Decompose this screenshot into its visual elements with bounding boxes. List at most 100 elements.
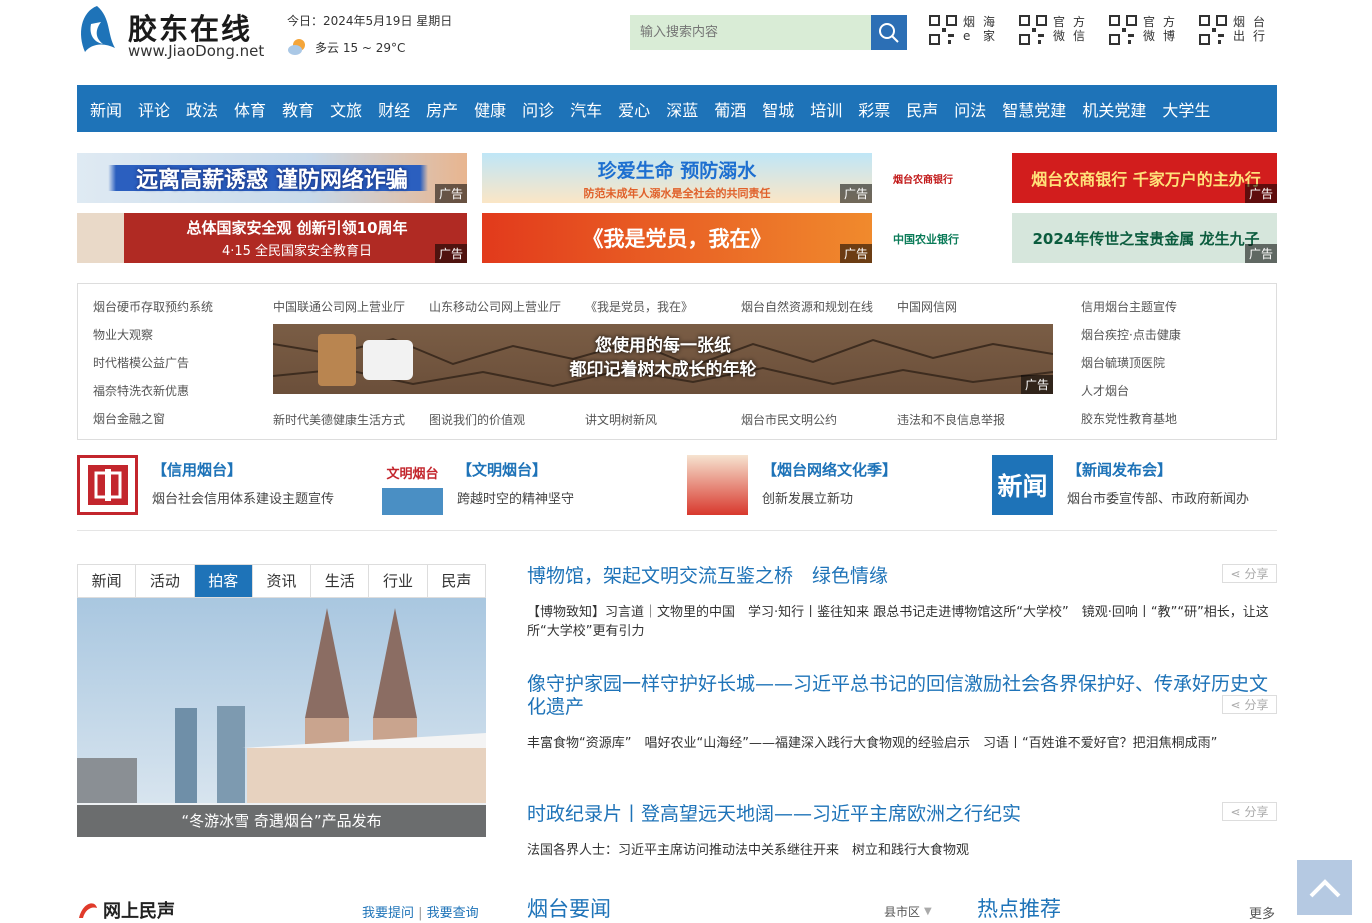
nav-item[interactable]: 深蓝: [666, 97, 698, 121]
nav-item[interactable]: 问诊: [522, 97, 554, 121]
nav-item[interactable]: 问法: [954, 97, 986, 121]
link-right[interactable]: 烟台疾控·点击健康: [1081, 326, 1181, 343]
nav-item[interactable]: 智城: [762, 97, 794, 121]
promo-civilized-yantai[interactable]: 文明烟台 【文明烟台】 跨越时空的精神坚守: [382, 455, 574, 515]
nav-item[interactable]: 葡酒: [714, 97, 746, 121]
link-right[interactable]: 胶东党性教育基地: [1081, 410, 1177, 427]
link-left[interactable]: 烟台硬币存取预约系统: [93, 298, 213, 315]
nav-item[interactable]: 房产: [426, 97, 458, 121]
search-button[interactable]: [871, 15, 907, 50]
link-right[interactable]: 信用烟台主题宣传: [1081, 298, 1177, 315]
ad-rural-commercial-bank[interactable]: 烟台农商银行 烟台农商银行 千家万户的主办行 广告: [887, 153, 1277, 203]
nav-item[interactable]: 政法: [186, 97, 218, 121]
link-right[interactable]: 人才烟台: [1081, 382, 1129, 399]
nav-item[interactable]: 汽车: [570, 97, 602, 121]
nav-item[interactable]: 文旅: [330, 97, 362, 121]
ad-text: 烟台农商银行 千家万户的主办行: [1031, 170, 1261, 189]
qr-label-char: 微: [1053, 29, 1066, 43]
back-to-top-button[interactable]: [1297, 860, 1352, 915]
qr-label-char: 方: [1163, 15, 1176, 29]
ad-text: 2024年传世之宝贵金属 龙生九子: [1032, 229, 1260, 248]
promo-credit-yantai[interactable]: 【信用烟台】 烟台社会信用体系建设主题宣传: [77, 455, 334, 515]
headline-3-related[interactable]: 法国各界人士：习近平主席访问推动法中关系继往开来 树立和践行大食物观: [527, 841, 1277, 860]
site-logo-url[interactable]: www.JiaoDong.net: [128, 42, 264, 60]
nav-item[interactable]: 培训: [810, 97, 842, 121]
link-top[interactable]: 《我是党员，我在》: [585, 298, 693, 315]
qr-official-weibo[interactable]: 官方微博: [1109, 15, 1183, 45]
headline-2[interactable]: 像守护家园一样守护好长城——习近平总书记的回信激励社会各界保护好、传承好历史文化…: [527, 673, 1272, 719]
tab-life[interactable]: 生活: [311, 565, 370, 597]
more-link[interactable]: 更多: [1249, 903, 1275, 922]
qr-official-wechat[interactable]: 官方微信: [1019, 15, 1093, 45]
headline-2-related[interactable]: 丰富食物“资源库” 唱好农业“山海经”——福建深入践行大食物观的经验启示 习语丨…: [527, 734, 1277, 753]
nav-item[interactable]: 大学生: [1162, 97, 1210, 121]
ad-anti-fraud[interactable]: 远离高薪诱惑 谨防网络诈骗 广告: [77, 153, 467, 203]
nav-item[interactable]: 财经: [378, 97, 410, 121]
minsheng-section-title: 网上民声: [77, 897, 175, 923]
ask-question-link[interactable]: 我要提问: [362, 906, 414, 921]
nav-item[interactable]: 彩票: [858, 97, 890, 121]
tab-industry[interactable]: 行业: [369, 565, 428, 597]
nav-item[interactable]: 健康: [474, 97, 506, 121]
link-left[interactable]: 时代楷模公益广告: [93, 354, 189, 371]
nav-item[interactable]: 民声: [906, 97, 938, 121]
nav-item[interactable]: 智慧党建: [1002, 97, 1066, 121]
link-left[interactable]: 烟台金融之窗: [93, 410, 165, 427]
headline-3[interactable]: 时政纪录片丨登高望远天地阔——习近平主席欧洲之行纪实: [527, 803, 1272, 826]
link-bottom[interactable]: 烟台市民文明公约: [741, 411, 837, 428]
nav-item[interactable]: 教育: [282, 97, 314, 121]
headline-1-related[interactable]: 【博物致知】习言道｜文物里的中国 学习·知行丨鉴往知来 跟总书记走进博物馆这所“…: [527, 603, 1277, 641]
link-top[interactable]: 烟台自然资源和规划在线: [741, 298, 873, 315]
county-dropdown[interactable]: 县市区 ▼: [884, 903, 932, 920]
minsheng-logo-icon: [79, 903, 97, 918]
logo-icon[interactable]: [77, 4, 117, 56]
qr-yantai-travel[interactable]: 烟台出行: [1199, 15, 1273, 45]
chevron-down-icon: ▼: [924, 906, 932, 917]
search-input[interactable]: [630, 15, 871, 50]
ad-party-member[interactable]: 《我是党员，我在》 广告: [482, 213, 872, 263]
share-button[interactable]: ⋖ 分享: [1222, 695, 1277, 714]
nav-item[interactable]: 评论: [138, 97, 170, 121]
share-button[interactable]: ⋖ 分享: [1222, 564, 1277, 583]
nav-item[interactable]: 爱心: [618, 97, 650, 121]
tab-minsheng[interactable]: 民声: [428, 565, 485, 597]
ad-text: 《我是党员，我在》: [582, 227, 772, 251]
nav-item[interactable]: 机关党建: [1082, 97, 1146, 121]
share-icon: ⋖: [1230, 697, 1241, 712]
qr-yanhai-ejia[interactable]: 烟海e家: [929, 15, 1003, 45]
headline-1[interactable]: 博物馆，架起文明交流互鉴之桥 绿色情缘: [527, 565, 1272, 588]
banner-tree-paper[interactable]: 您使用的每一张纸 都印记着树木成长的年轮 广告: [273, 324, 1053, 394]
ad-tag: 广告: [434, 244, 467, 263]
link-top[interactable]: 中国网信网: [897, 298, 957, 315]
link-bottom[interactable]: 讲文明树新风: [585, 411, 657, 428]
link-top[interactable]: 中国联通公司网上营业厅: [273, 298, 405, 315]
tab-info[interactable]: 资讯: [253, 565, 312, 597]
nav-item[interactable]: 新闻: [90, 97, 122, 121]
tab-news[interactable]: 新闻: [78, 565, 137, 597]
ad-drowning-prevention[interactable]: 珍爱生命 预防溺水 防范未成年人溺水是全社会的共同责任 广告: [482, 153, 872, 203]
link-right[interactable]: 烟台毓璜顶医院: [1081, 354, 1165, 371]
tab-paike[interactable]: 拍客: [194, 565, 253, 597]
qr-label-char: 海: [983, 15, 996, 29]
banner-line-1: 您使用的每一张纸: [595, 336, 731, 356]
ad-agricultural-bank[interactable]: 中国农业银行 2024年传世之宝贵金属 龙生九子 广告: [887, 213, 1277, 263]
link-top[interactable]: 山东移动公司网上营业厅: [429, 298, 561, 315]
link-left[interactable]: 福奈特洗衣新优惠: [93, 382, 189, 399]
featured-photo[interactable]: “冬游冰雪 奇遇烟台”产品发布: [77, 598, 486, 837]
promo-network-culture[interactable]: 【烟台网络文化季】 创新发展立新功: [687, 455, 897, 515]
nav-item[interactable]: 体育: [234, 97, 266, 121]
promo-press-conference[interactable]: 新闻 【新闻发布会】 烟台市委宣传部、市政府新闻办: [992, 455, 1249, 515]
ad-tag: 广告: [1020, 375, 1053, 394]
link-bottom[interactable]: 违法和不良信息举报: [897, 411, 1005, 428]
press-thumb: 新闻: [992, 455, 1053, 515]
ad-national-security[interactable]: 总体国家安全观 创新引领10周年 4·15 全民国家安全教育日 广告: [77, 213, 467, 263]
link-bottom[interactable]: 新时代美德健康生活方式: [273, 411, 405, 428]
share-button[interactable]: ⋖ 分享: [1222, 802, 1277, 821]
qr-label-char: 台: [1253, 15, 1266, 29]
query-link[interactable]: 我要查询: [427, 906, 479, 921]
ad-tag: 广告: [1244, 244, 1277, 263]
promo-desc: 创新发展立新功: [762, 492, 854, 507]
tab-activity[interactable]: 活动: [136, 565, 195, 597]
link-left[interactable]: 物业大观察: [93, 326, 153, 343]
link-bottom[interactable]: 图说我们的价值观: [429, 411, 525, 428]
